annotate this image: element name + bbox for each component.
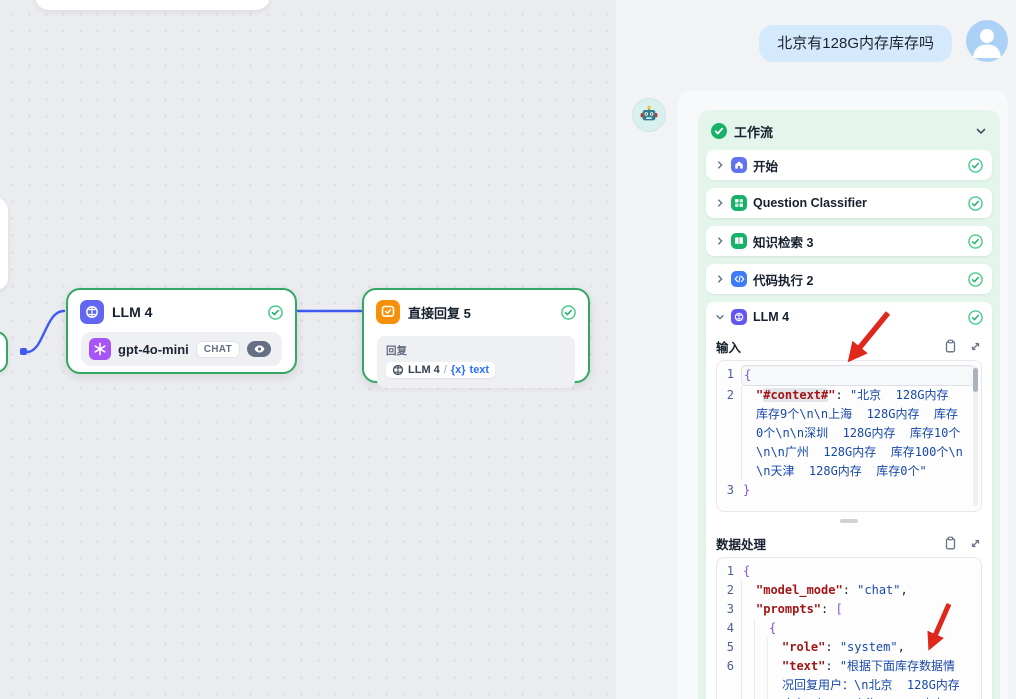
node-title: 直接回复 5 [408,303,553,322]
llm-icon [80,300,104,324]
chat-panel: 北京有128G内存库存吗 工作流 开始Question Cla [616,0,1016,699]
node-title: LLM 4 [112,304,260,320]
robot-icon [639,105,659,125]
resize-handle[interactable] [840,519,858,523]
expand-icon[interactable] [969,537,982,550]
success-check-icon [968,310,983,325]
llm-trace-card: LLM 4 输入 [706,302,992,699]
line-number: 1 [717,562,741,581]
app-root: LLM 4 gpt-4o-mini CHAT 直接回复 5 [0,0,1016,699]
chevron-down-icon[interactable] [715,312,725,322]
code-line: 2"#context#": "北京 128G内存 库存9个\n\n上海 128G… [717,386,981,481]
classifier-icon [731,195,747,211]
code-line: 1{ [717,365,981,386]
line-number: 5 [717,638,741,657]
code-line: 6"text": "根据下面库存数据情况回复用户：\n北京 128G内存 库存9… [717,657,981,699]
ref-node-name: LLM 4 [408,364,440,376]
trace-row-llm[interactable]: LLM 4 [706,302,992,332]
trace-row[interactable]: 代码执行 2 [706,264,992,294]
input-code-editor[interactable]: 1{2"#context#": "北京 128G内存 库存9个\n\n上海 12… [716,360,982,512]
code-line: 4{ [717,619,981,638]
line-number: 4 [717,619,741,638]
ref-slash: / [444,364,447,376]
line-number: 1 [717,365,741,384]
workflow-title: 工作流 [734,122,968,141]
line-number: 3 [717,600,741,619]
workflow-canvas[interactable]: LLM 4 gpt-4o-mini CHAT 直接回复 5 [0,0,616,699]
trace-row[interactable]: 开始 [706,150,992,180]
trace-rows: 开始 Question Classifier 知识检索 3 代码执行 2 [706,150,992,294]
success-check-icon [968,272,983,287]
vision-eye-icon [247,341,271,357]
line-number: 2 [717,581,741,600]
chevron-right-icon[interactable] [715,236,725,246]
trace-row-label: LLM 4 [753,310,962,324]
ref-var-name: text [470,364,490,376]
trace-row[interactable]: 知识检索 3 [706,226,992,256]
line-number: 3 [717,481,741,500]
code-line: 3"prompts": [ [717,600,981,619]
bot-message-container: 工作流 开始 Question Classifier 知识检索 3 代码执行 2 LL… [678,90,1008,699]
llm-mini-icon [392,364,404,376]
chevron-down-icon[interactable] [975,125,987,137]
expand-icon[interactable] [969,340,982,353]
success-check-icon [968,196,983,211]
success-check-icon [268,305,283,320]
line-number: 2 [717,386,741,405]
trace-row-label: 知识检索 3 [753,232,962,251]
chevron-right-icon[interactable] [715,160,725,170]
success-check-icon [968,234,983,249]
workflow-trace-header[interactable]: 工作流 [706,118,992,144]
node-llm[interactable]: LLM 4 gpt-4o-mini CHAT [66,288,297,374]
code-icon [731,271,747,287]
variable-x-icon: {x} [451,364,466,376]
success-check-icon [561,305,576,320]
code-line: 1{ [717,562,981,581]
process-section: 数据处理 1{2"model_mode": "chat",3"prompts":… [706,529,992,699]
workflow-success-icon [711,123,727,139]
llm-icon [731,309,747,325]
copy-icon[interactable] [944,536,957,550]
input-section-title: 输入 [716,337,932,356]
code-line: 2"model_mode": "chat", [717,581,981,600]
code-line: 3} [717,481,981,500]
user-message-bubble: 北京有128G内存库存吗 [759,25,952,62]
chevron-right-icon[interactable] [715,274,725,284]
process-section-title: 数据处理 [716,534,932,553]
trace-row-label: 代码执行 2 [753,270,962,289]
edge-source-handle[interactable] [20,348,27,355]
trace-row-label: 开始 [753,156,962,175]
openai-icon [89,338,111,360]
partial-node-source[interactable] [0,331,8,373]
variable-reference-pill[interactable]: LLM 4 / {x} text [386,362,495,378]
partial-node-top[interactable] [35,0,270,10]
answer-variable-box: 回复 LLM 4 / {x} text [377,336,575,388]
answer-section-label: 回复 [386,343,566,358]
model-name: gpt-4o-mini [118,342,189,357]
copy-icon[interactable] [944,339,957,353]
partial-node-left[interactable] [0,198,8,290]
home-icon [731,157,747,173]
user-avatar [966,20,1008,62]
answer-icon [376,300,400,324]
chat-mode-badge: CHAT [196,341,240,358]
success-check-icon [968,158,983,173]
node-answer[interactable]: 直接回复 5 回复 LLM 4 / {x} text [362,288,590,383]
process-code-editor[interactable]: 1{2"model_mode": "chat",3"prompts": [4{5… [716,557,982,699]
bot-avatar [632,98,666,132]
book-icon [731,233,747,249]
model-selector[interactable]: gpt-4o-mini CHAT [81,332,282,366]
editor-scrollbar-thumb[interactable] [973,368,978,392]
chevron-right-icon[interactable] [715,198,725,208]
line-number: 6 [717,657,741,676]
trace-row[interactable]: Question Classifier [706,188,992,218]
trace-row-label: Question Classifier [753,196,962,210]
workflow-trace-panel: 工作流 开始 Question Classifier 知识检索 3 代码执行 2 LL… [698,110,1000,699]
input-section: 输入 1{2"#context#": "北京 128G内存 库存9个\n [706,332,992,523]
code-line: 5"role": "system", [717,638,981,657]
